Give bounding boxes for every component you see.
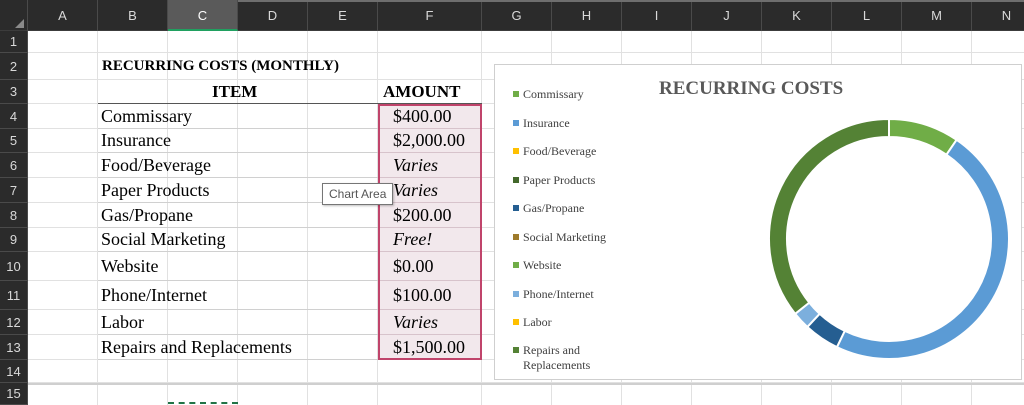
row-header-8[interactable]: 8 [0,203,28,228]
amount-cell[interactable]: $100.00 [393,285,452,306]
column-header-h[interactable]: H [552,0,622,31]
select-all-triangle-icon [15,19,24,28]
amount-cell[interactable]: $1,500.00 [393,337,465,358]
row-header-4[interactable]: 4 [0,104,28,129]
column-header-k[interactable]: K [762,0,832,31]
row-header-5[interactable]: 5 [0,129,28,153]
amount-row-divider [380,334,480,335]
amount-cell[interactable]: $400.00 [393,106,452,127]
sheet-title: RECURRING COSTS (MONTHLY) [102,58,339,74]
donut-slice-repairs-and-replacements[interactable] [768,117,890,316]
donut-chart[interactable] [495,65,1023,381]
column-header-bar: ABCDEFGHIJKLMN [0,0,1024,31]
item-cell[interactable]: Insurance [101,130,171,151]
row-header-9[interactable]: 9 [0,228,28,252]
row-header-3[interactable]: 3 [0,80,28,104]
item-cell[interactable]: Repairs and Replacements [101,337,292,358]
item-cell[interactable]: Phone/Internet [101,285,207,306]
grid-row-line [28,52,1024,53]
amount-row-divider [380,128,480,129]
column-header-m[interactable]: M [902,0,972,31]
amount-column-header: AMOUNT [383,82,461,101]
amount-cell[interactable]: Varies [393,155,438,176]
row-header-6[interactable]: 6 [0,153,28,178]
item-row-divider [98,280,378,281]
item-cell[interactable]: Food/Beverage [101,155,211,176]
item-row-divider [98,309,378,310]
amount-row-divider [380,177,480,178]
grid-column-line [97,31,98,405]
row-header-13[interactable]: 13 [0,335,28,360]
row-header-2[interactable]: 2 [0,53,28,80]
item-row-divider [98,359,378,360]
amount-row-divider [380,309,480,310]
column-header-j[interactable]: J [692,0,762,31]
item-row-divider [98,128,378,129]
item-row-divider [98,177,378,178]
column-header-n[interactable]: N [972,0,1024,31]
item-row-divider [98,227,378,228]
row-header-bar: 1 2 3 4 5 6 7 8 9 10 11 12 13 14 15 [0,31,28,405]
item-cell[interactable]: Commissary [101,106,192,127]
grid-column-line [307,31,308,405]
item-cell[interactable]: Social Marketing [101,229,225,250]
item-cell[interactable]: Paper Products [101,180,209,201]
item-cell[interactable]: Gas/Propane [101,205,193,226]
item-row-divider [98,251,378,252]
row-header-11[interactable]: 11 [0,281,28,310]
frozen-divider [28,383,1024,385]
amount-row-divider [380,152,480,153]
amount-cell[interactable]: $2,000.00 [393,130,465,151]
column-header-l[interactable]: L [832,0,902,31]
row-header-1[interactable]: 1 [0,31,28,53]
amount-row-divider [380,227,480,228]
donut-slice-insurance[interactable] [835,138,1010,360]
row-header-12[interactable]: 12 [0,310,28,335]
column-header-b[interactable]: B [98,0,168,31]
amount-row-divider [380,202,480,203]
select-all-button[interactable] [0,0,28,31]
amount-row-divider [380,280,480,281]
column-header-i[interactable]: I [622,0,692,31]
column-header-e[interactable]: E [308,0,378,31]
donut-slice-commissary[interactable] [888,117,958,157]
item-cell[interactable]: Website [101,256,159,277]
amount-cell[interactable]: $0.00 [393,256,434,277]
item-row-divider [98,152,378,153]
chart-area[interactable]: RECURRING COSTS Commissary Insurance Food/… [494,64,1022,380]
amount-cell[interactable]: Varies [393,312,438,333]
header-top-rule [238,0,1024,2]
row-header-7[interactable]: 7 [0,178,28,203]
amount-row-divider [380,251,480,252]
column-header-d[interactable]: D [238,0,308,31]
item-cell[interactable]: Labor [101,312,144,333]
amount-cell[interactable]: Varies [393,180,438,201]
column-header-f[interactable]: F [378,0,482,31]
amount-cell[interactable]: Free! [393,229,432,250]
item-column-header: ITEM [212,82,258,101]
row-header-10[interactable]: 10 [0,252,28,281]
item-row-divider [98,334,378,335]
amount-cell[interactable]: $200.00 [393,205,452,226]
column-header-a[interactable]: A [28,0,98,31]
column-header-c[interactable]: C [168,0,238,31]
row-header-15[interactable]: 15 [0,383,28,405]
row-header-14[interactable]: 14 [0,360,28,383]
chart-area-tooltip: Chart Area [322,183,394,205]
column-header-g[interactable]: G [482,0,552,31]
